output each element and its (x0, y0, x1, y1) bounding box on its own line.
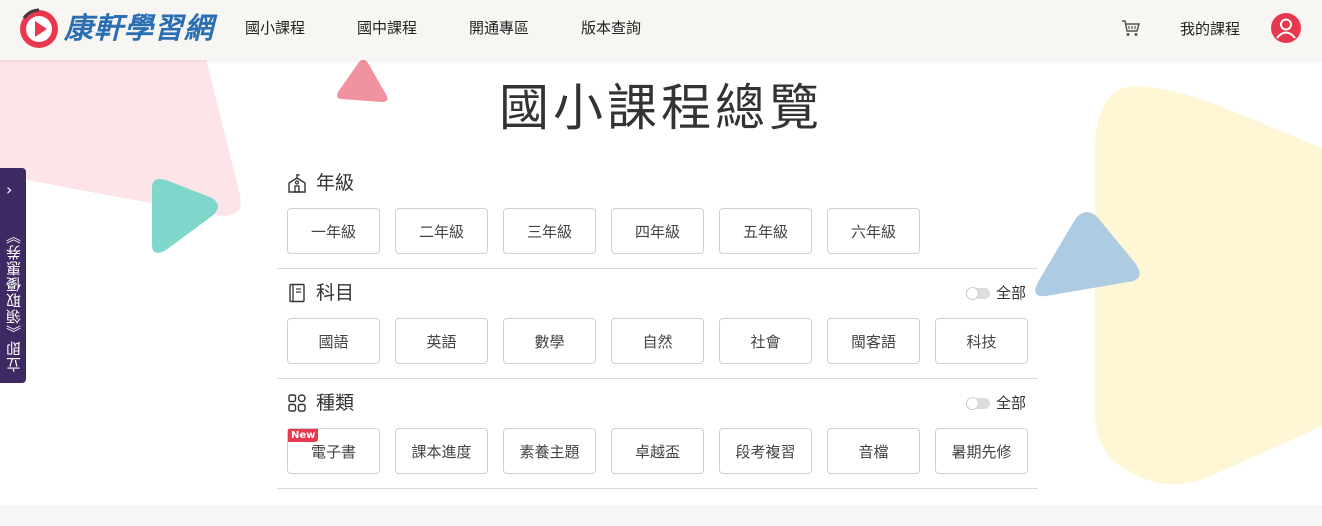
nav-activation-zone[interactable]: 開通專區 (469, 18, 529, 38)
grade-filter-section: 年級 一年級 二年級 三年級 四年級 五年級 六年級 (277, 170, 1038, 270)
category-section-title: 種類 (316, 392, 355, 414)
category-option-exam-review[interactable]: 段考複習 (719, 428, 812, 474)
category-option-textbook-progress[interactable]: 課本進度 (395, 428, 488, 474)
nav-junior-high-courses[interactable]: 國中課程 (357, 18, 417, 38)
subject-option-math[interactable]: 數學 (503, 318, 596, 364)
section-divider (277, 378, 1038, 379)
grade-option-1[interactable]: 一年級 (287, 208, 380, 254)
section-divider (277, 268, 1038, 269)
decor-blue-triangle (1035, 212, 1140, 297)
book-icon (289, 283, 305, 303)
new-badge: New (288, 429, 319, 442)
grade-option-6[interactable]: 六年級 (827, 208, 920, 254)
subject-option-chinese[interactable]: 國語 (287, 318, 380, 364)
subject-all-label: 全部 (996, 284, 1027, 302)
logo-text[interactable]: 康軒學習網 (64, 8, 214, 48)
subject-all-switch[interactable] (966, 287, 990, 300)
grade-option-3[interactable]: 三年級 (503, 208, 596, 254)
school-icon (288, 174, 306, 193)
grid-icon (288, 394, 306, 412)
subject-all-toggle[interactable]: 全部 (966, 282, 1028, 304)
category-all-label: 全部 (996, 394, 1027, 412)
grade-option-5[interactable]: 五年級 (719, 208, 812, 254)
page-title: 國小課程總覽 (499, 79, 823, 137)
subject-option-english[interactable]: 英語 (395, 318, 488, 364)
footer-band (0, 505, 1322, 526)
decor-teal-triangle (152, 179, 218, 253)
coupon-side-tab-label: 立即《領取優惠券》 (5, 228, 23, 372)
category-option-audio[interactable]: 音檔 (827, 428, 920, 474)
category-option-ebook[interactable]: New 電子書 (287, 428, 380, 474)
coupon-side-tab[interactable]: › 立即《領取優惠券》 (0, 168, 26, 383)
category-option-summer-preview[interactable]: 暑期先修 (935, 428, 1028, 474)
nav-elementary-courses[interactable]: 國小課程 (245, 18, 305, 38)
subject-option-technology[interactable]: 科技 (935, 318, 1028, 364)
subject-option-social[interactable]: 社會 (719, 318, 812, 364)
user-icon[interactable] (1270, 12, 1302, 44)
category-option-excellence-cup[interactable]: 卓越盃 (611, 428, 704, 474)
my-courses-link[interactable]: 我的課程 (1180, 19, 1240, 39)
top-navbar: 康軒學習網 國小課程 國中課程 開通專區 版本查詢 我的課程 (0, 0, 1322, 60)
category-option-literacy-topics[interactable]: 素養主題 (503, 428, 596, 474)
subject-option-science[interactable]: 自然 (611, 318, 704, 364)
category-all-switch[interactable] (966, 397, 990, 410)
grade-section-title: 年級 (316, 172, 355, 194)
subject-section-title: 科目 (316, 282, 355, 304)
category-option-ebook-label: 電子書 (310, 442, 356, 461)
cart-icon[interactable] (1121, 18, 1141, 38)
subject-option-minnan-hakka[interactable]: 閩客語 (827, 318, 920, 364)
play-circle-logo-icon[interactable] (18, 8, 60, 50)
grade-option-2[interactable]: 二年級 (395, 208, 488, 254)
subject-filter-section: 科目 全部 國語 英語 數學 自然 社會 閩客語 科技 (277, 280, 1038, 380)
category-all-toggle[interactable]: 全部 (966, 392, 1028, 414)
section-divider (277, 488, 1038, 489)
grade-option-4[interactable]: 四年級 (611, 208, 704, 254)
category-filter-section: 種類 全部 New 電子書 課本進度 素養主題 卓越盃 段考複習 音檔 暑期先修 (277, 390, 1038, 490)
chevron-right-icon: › (6, 180, 13, 199)
nav-version-lookup[interactable]: 版本查詢 (581, 18, 641, 38)
